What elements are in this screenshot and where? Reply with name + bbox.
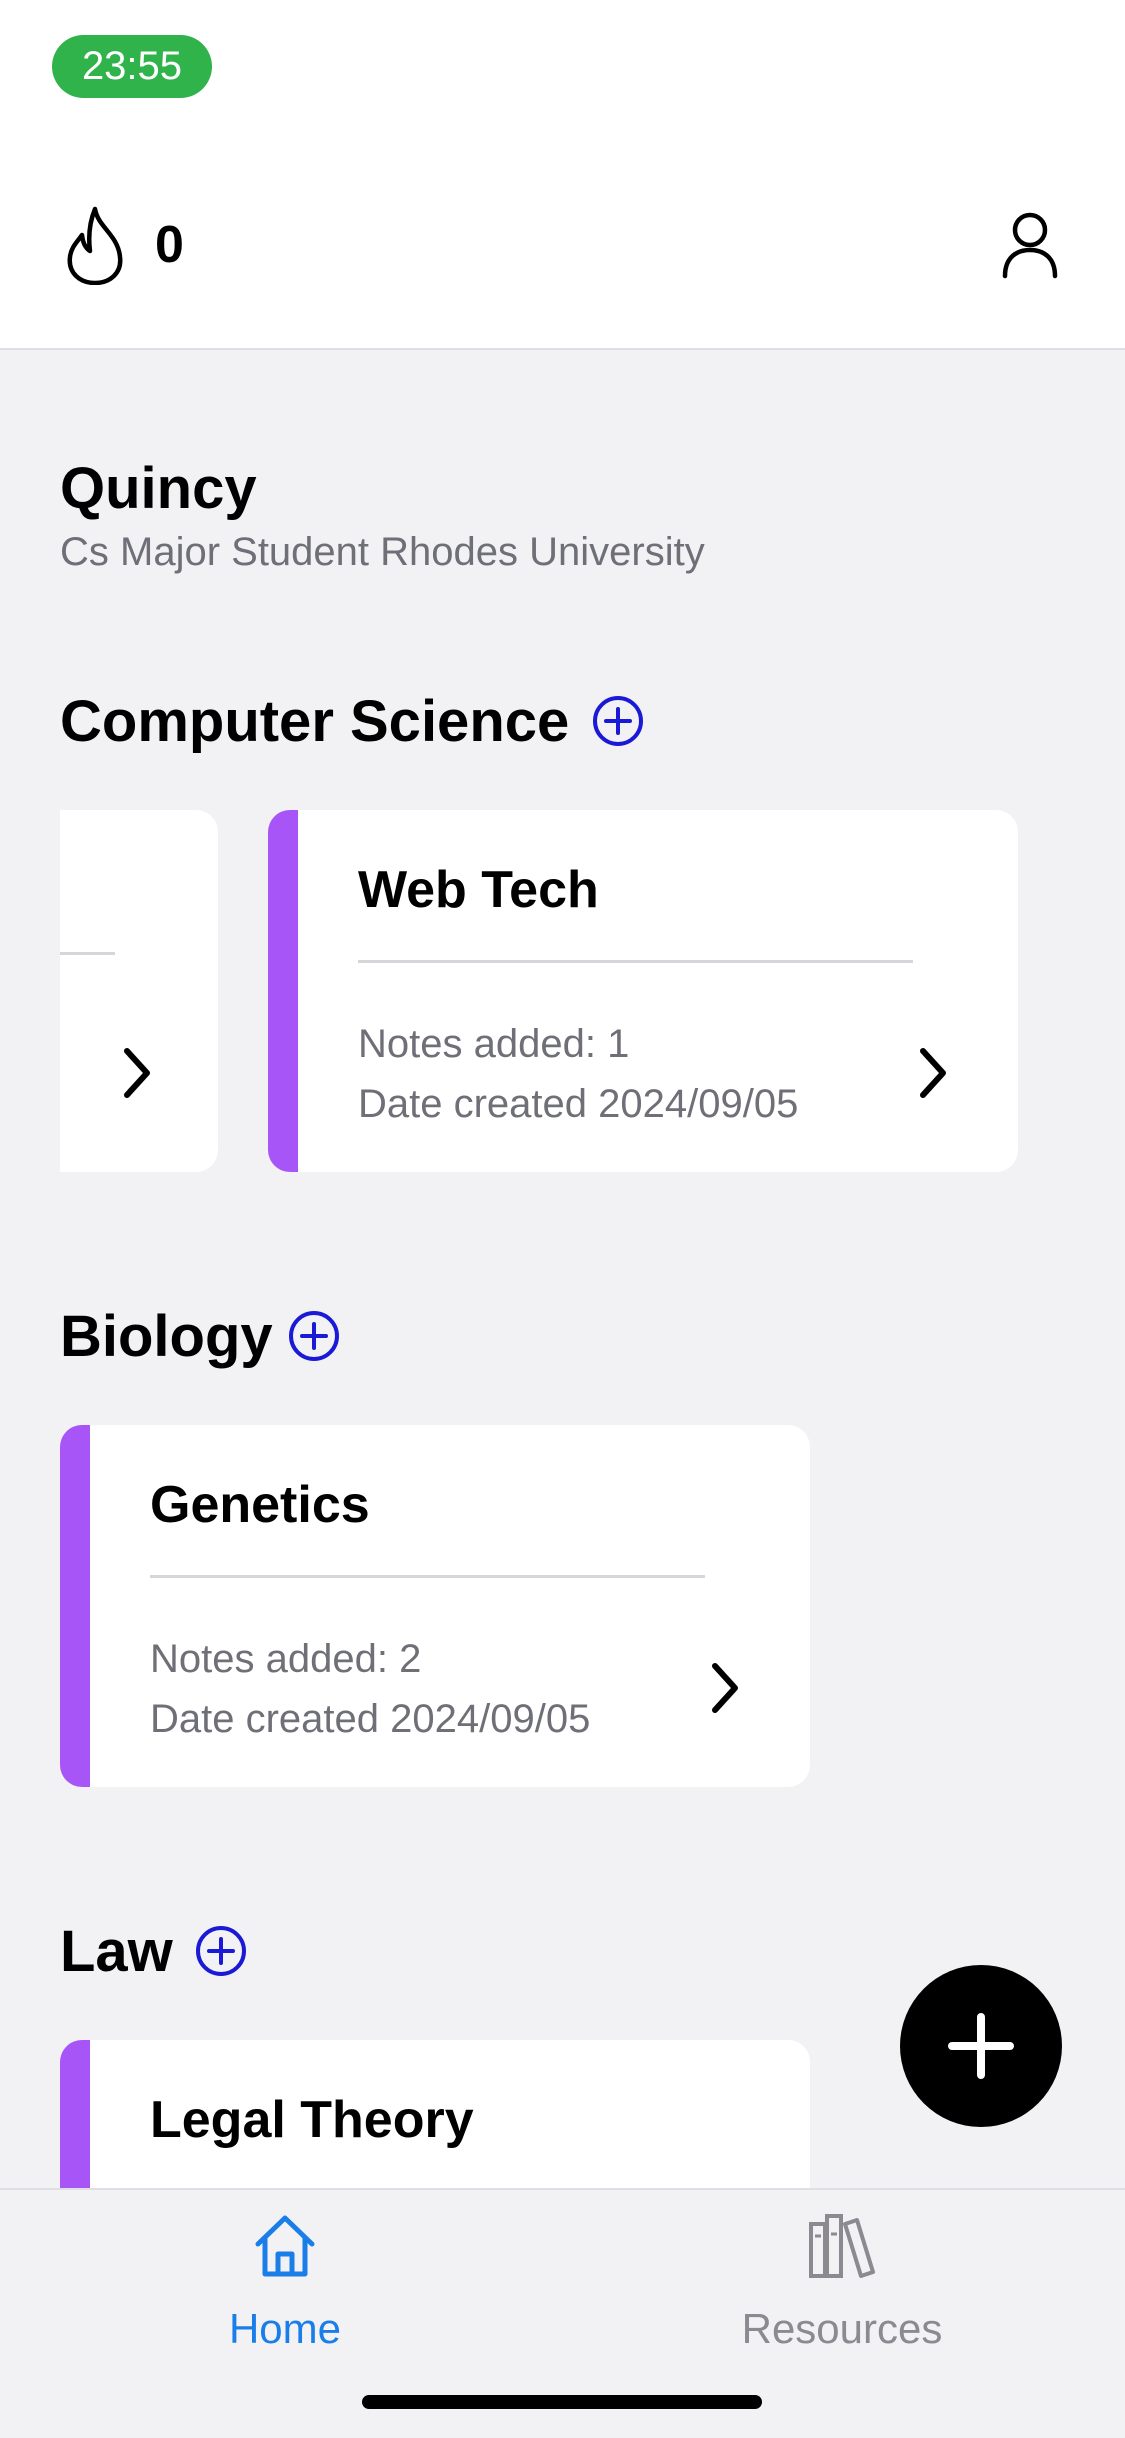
- section-title-computer-science: Computer Science: [60, 689, 570, 754]
- tab-resources-label: Resources: [741, 2305, 943, 2352]
- course-card-web-tech[interactable]: Web Tech Notes added: 1 Date created 202…: [268, 810, 1018, 1172]
- tab-home[interactable]: Home: [135, 2210, 435, 2360]
- section-title-law: Law: [60, 1919, 173, 1984]
- add-course-law-icon[interactable]: [195, 1925, 247, 1977]
- course-card-genetics[interactable]: Genetics Notes added: 2 Date created 202…: [60, 1425, 810, 1787]
- tab-home-label: Home: [228, 2305, 342, 2352]
- user-name: Quincy: [60, 456, 257, 521]
- chevron-right-icon[interactable]: [117, 1045, 157, 1101]
- chevron-right-icon[interactable]: [705, 1660, 745, 1716]
- profile-icon[interactable]: [1000, 210, 1060, 280]
- card-date-created: Date created 2024/09/05: [150, 1697, 591, 1741]
- section-title-biology: Biology: [60, 1304, 273, 1369]
- status-time: 23:55: [52, 35, 212, 98]
- streak-count: 0: [155, 216, 184, 274]
- chevron-right-icon[interactable]: [913, 1045, 953, 1101]
- user-subtitle: Cs Major Student Rhodes University: [60, 530, 705, 574]
- card-title: Legal Theory: [150, 2091, 474, 2149]
- top-bar: 0: [0, 140, 1125, 350]
- card-accent-stripe: [60, 1425, 90, 1787]
- card-accent-stripe: [268, 810, 298, 1172]
- card-divider: [150, 1575, 705, 1578]
- flame-icon: [67, 206, 123, 285]
- books-icon: [809, 2214, 875, 2278]
- card-divider: [60, 952, 115, 955]
- home-icon: [255, 2215, 315, 2277]
- tab-resources[interactable]: Resources: [692, 2210, 992, 2360]
- plus-icon: [948, 2013, 1014, 2079]
- add-course-computer-science-icon[interactable]: [592, 695, 644, 747]
- add-course-biology-icon[interactable]: [288, 1310, 340, 1362]
- card-title: Web Tech: [358, 861, 599, 919]
- course-card-partial[interactable]: [60, 810, 218, 1172]
- card-notes-count: Notes added: 2: [150, 1637, 422, 1681]
- home-indicator: [362, 2395, 762, 2409]
- card-title: Genetics: [150, 1476, 370, 1534]
- status-bar: 23:55: [0, 0, 1125, 140]
- card-notes-count: Notes added: 1: [358, 1022, 630, 1066]
- card-date-created: Date created 2024/09/05: [358, 1082, 799, 1126]
- card-divider: [358, 960, 913, 963]
- add-fab-button[interactable]: [900, 1965, 1062, 2127]
